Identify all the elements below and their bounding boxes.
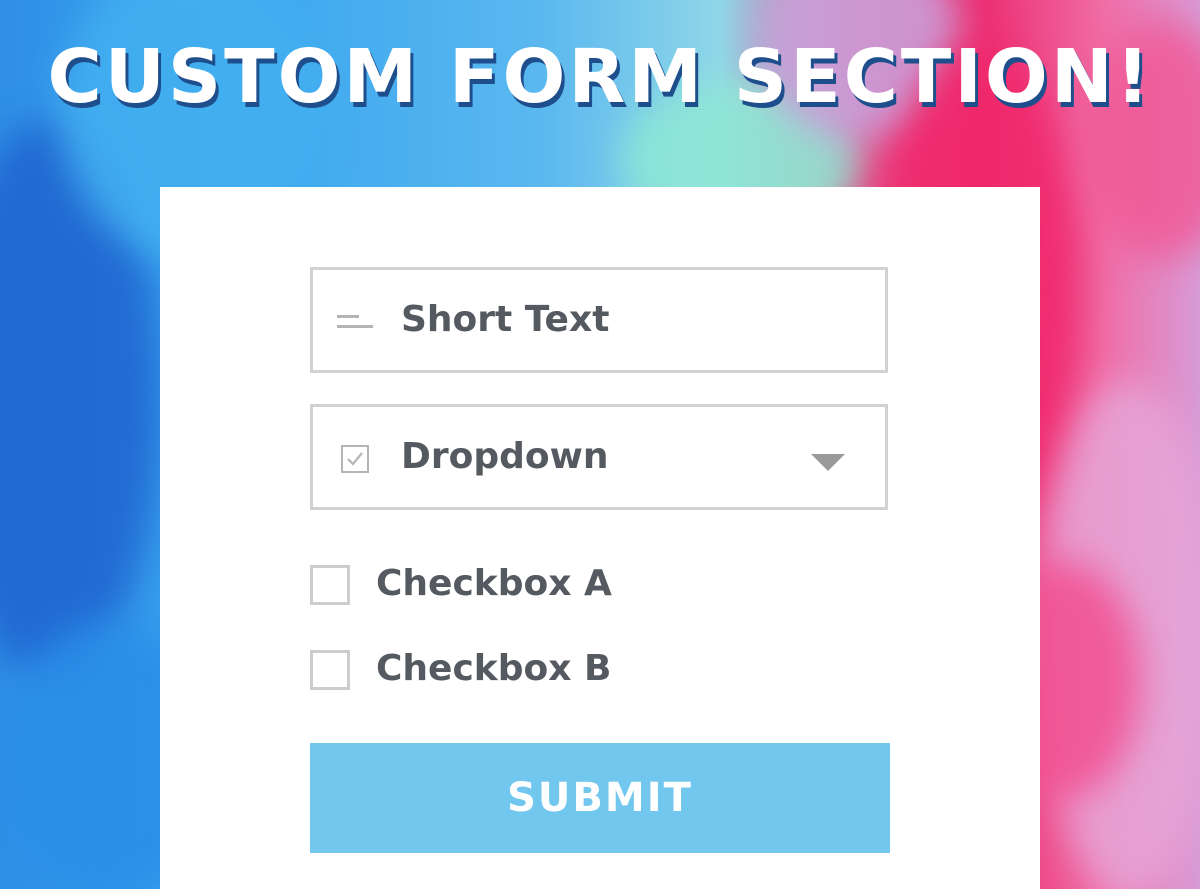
short-text-label: Short Text [401,299,610,340]
dropdown-label: Dropdown [401,436,609,477]
text-lines-icon [337,315,373,329]
checkbox-b[interactable] [310,650,350,690]
checkbox-a[interactable] [310,565,350,605]
checkmark-square-icon [341,445,369,473]
checkbox-a-row[interactable]: Checkbox A [310,563,870,607]
short-text-field[interactable]: Short Text [310,267,888,373]
submit-button[interactable]: SUBMIT [310,743,890,853]
page-title: CUSTOM FORM SECTION! [47,34,1153,120]
form-card: Short Text Dropdown Checkbox A Checkbox … [160,187,1040,889]
checkbox-b-row[interactable]: Checkbox B [310,648,870,692]
chevron-down-icon[interactable] [811,454,845,471]
checkbox-a-label[interactable]: Checkbox A [376,563,612,605]
dropdown-select[interactable]: Dropdown [310,404,888,510]
checkbox-b-label[interactable]: Checkbox B [376,648,611,690]
